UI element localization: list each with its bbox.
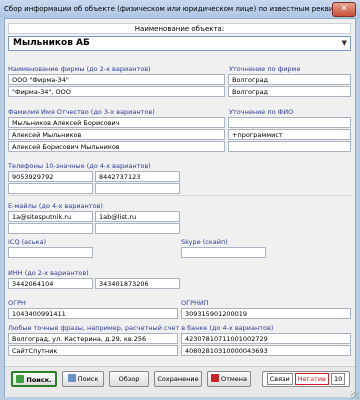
search-button-label: Поиск. <box>26 376 52 384</box>
links-button[interactable]: Связи <box>266 373 293 385</box>
ogrnip-label: ОГРНИП <box>181 299 209 307</box>
email-3[interactable] <box>8 223 93 234</box>
person-clarify-label: Уточнение по ФИО <box>229 108 294 116</box>
company-name-1[interactable]: ООО "Фирма-34" <box>8 74 225 85</box>
review-button-label: Обзор <box>118 375 140 383</box>
person-clarify-1[interactable] <box>228 117 351 128</box>
phrase-2[interactable]: 42307810711001002729 <box>181 333 351 344</box>
window-title: Сбор информации об объекте (физическом и… <box>4 5 356 13</box>
ogrnip-field[interactable]: 309315901200019 <box>181 308 351 319</box>
email-1[interactable]: 1a@sitesputnik.ru <box>8 211 93 222</box>
inn-label: ИНН (до 2-х вариантов) <box>8 269 89 277</box>
divider <box>8 195 351 196</box>
icq-field[interactable] <box>8 247 93 258</box>
object-name-combo[interactable]: Мыльников АБ ▼ <box>8 36 351 51</box>
company-clarify-1[interactable]: Волгоград <box>228 74 351 85</box>
person-name-1[interactable]: Мыльников Алексей Борисович <box>8 117 225 128</box>
skype-label: Skype (скайп) <box>181 238 228 246</box>
company-label: Наименование фирмы (до 2-х вариантов) <box>8 65 151 73</box>
resize-grip[interactable] <box>351 391 359 399</box>
email-2[interactable]: 1ab@list.ru <box>95 211 180 222</box>
search-alt-label: Поиск <box>77 375 99 383</box>
search-icon <box>16 375 25 383</box>
inn-1[interactable]: 3442064104 <box>8 278 93 289</box>
phone-1[interactable]: 9053929792 <box>8 171 93 182</box>
search-alt-button[interactable]: Поиск <box>62 371 104 387</box>
company-clarify-label: Уточнение по фирме <box>229 65 301 73</box>
icq-label: ICQ (аська) <box>8 238 47 246</box>
review-button[interactable]: Обзор <box>109 371 149 387</box>
title-bar: Сбор информации об объекте (физическом и… <box>0 0 360 18</box>
phrase-4[interactable]: 40802810310000043693 <box>181 345 351 356</box>
phrases-label: Любые точные фразы, например, расчетный … <box>8 324 274 332</box>
person-clarify-3[interactable] <box>228 141 351 152</box>
object-name-label: Наименование объекта: <box>8 23 351 34</box>
close-button[interactable]: ✕ <box>332 2 356 17</box>
magnifier-icon <box>67 374 76 382</box>
person-name-2[interactable]: Алексей Мыльников <box>8 129 225 140</box>
phone-3[interactable] <box>8 183 93 194</box>
company-name-2[interactable]: "Фирма-34", ООО <box>8 86 225 97</box>
negative-button[interactable]: Негатив <box>294 373 329 385</box>
form-panel: Наименование объекта: Мыльников АБ ▼ Наи… <box>4 18 356 397</box>
save-button-label: Сохранение <box>157 375 199 383</box>
person-label: Фамилия Имя Отчество (до 3-х вариантов) <box>8 108 155 116</box>
phrase-1[interactable]: Волгоград, ул. Кастерина, д.29, кв.256 <box>8 333 178 344</box>
search-button[interactable]: Поиск. <box>11 371 57 387</box>
cancel-button-label: Отмена <box>220 375 248 383</box>
chevron-down-icon[interactable]: ▼ <box>342 37 347 50</box>
phone-4[interactable] <box>95 183 180 194</box>
emails-label: E-майлы (до 4-х вариантов) <box>8 202 103 210</box>
person-clarify-2[interactable]: +программист <box>228 129 351 140</box>
skype-field[interactable] <box>181 247 266 258</box>
links-group: Связи Негатив 10 <box>262 371 350 387</box>
save-button[interactable]: Сохранение <box>154 371 202 387</box>
phrase-3[interactable]: СайтСпутник <box>8 345 178 356</box>
count-spinner[interactable]: 10 <box>330 373 346 385</box>
ogrn-label: ОГРН <box>8 299 26 307</box>
phone-2[interactable]: 8442737123 <box>95 171 180 182</box>
cancel-button[interactable]: Отмена <box>207 371 251 387</box>
button-bar: Поиск. Поиск Обзор Сохранение Отмена Свя… <box>5 366 355 397</box>
person-name-3[interactable]: Алексей Борисович Мыльников <box>8 141 225 152</box>
email-4[interactable] <box>95 223 180 234</box>
object-name-value: Мыльников АБ <box>13 38 90 48</box>
ogrn-field[interactable]: 1043400991411 <box>8 308 178 319</box>
inn-2[interactable]: 343401873206 <box>95 278 180 289</box>
phones-label: Телефоны 10-значные (до 4-х вариантов) <box>8 162 151 170</box>
company-clarify-2[interactable]: Волгоград <box>228 86 351 97</box>
cancel-icon <box>210 374 219 382</box>
app-window: Сбор информации об объекте (физическом и… <box>0 0 360 400</box>
